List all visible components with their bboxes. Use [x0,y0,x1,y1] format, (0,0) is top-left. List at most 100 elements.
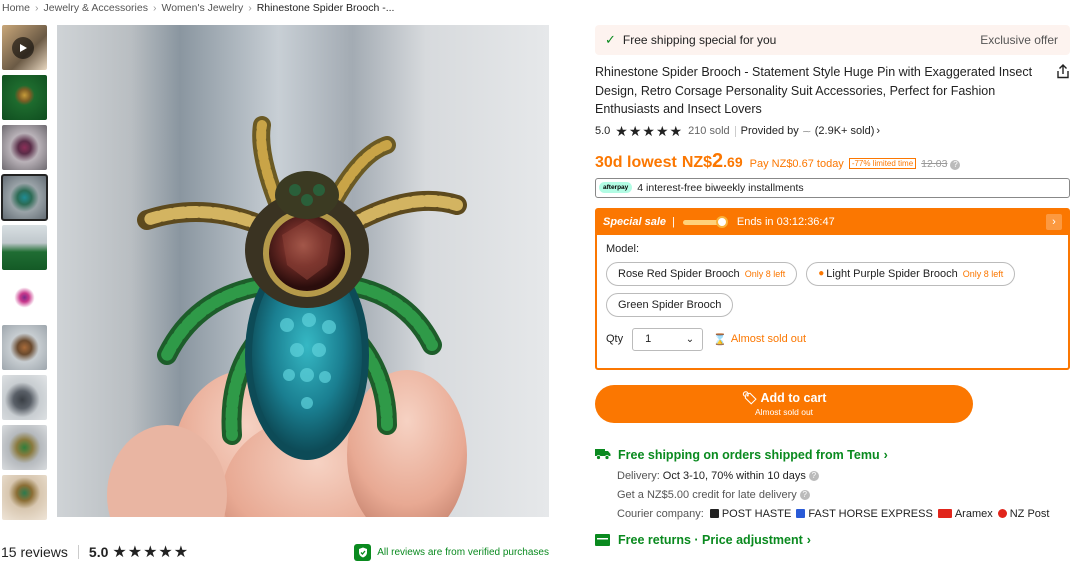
rating-stars[interactable]: ★★★★★ [615,123,683,140]
divider: | [672,216,675,228]
discount-badge: -77% limited time [848,157,917,169]
breadcrumb-separator: › [248,2,252,14]
special-sale-box: Special sale | Ends in 03:12:36:47 › Mod… [595,207,1070,370]
delivery-value: Oct 3-10, 70% within 10 days [662,469,806,482]
rating-score: 5.0 [595,125,611,137]
chevron-right-icon: › [806,532,811,547]
help-icon[interactable]: ? [808,470,819,481]
divider [77,545,79,559]
shipping-banner-text: Free shipping special for you [622,33,777,47]
help-icon[interactable]: ? [950,159,961,170]
pay-today: Pay NZ$0.67 today [749,157,844,170]
free-returns-link[interactable]: Free returns · Price adjustment › [595,533,1070,547]
breadcrumb-home[interactable]: Home [2,2,30,14]
add-to-cart-label: 🏷 Add to cart [742,391,827,406]
thumbnail-image-active[interactable] [1,174,48,221]
thumbnail-image[interactable] [2,425,47,470]
exclusive-offer-label: Exclusive offer [980,33,1058,47]
price-row: 30d lowest NZ$ 2.69 Pay NZ$0.67 today -77… [595,150,1070,173]
courier-label: Courier company: [617,507,704,520]
qty-value: 1 [645,333,652,345]
add-to-cart-sub: Almost sold out [754,406,814,417]
stock-left: Only 8 left [962,268,1004,279]
thumbnail-image[interactable] [2,275,47,320]
thumbnail-image[interactable] [2,75,47,120]
reviews-stars: ★★★★★ [112,544,190,561]
stock-left: Only 8 left [744,268,786,279]
late-credit-text: Get a NZ$5.00 credit for late delivery [617,488,797,501]
fast-horse-icon [796,509,806,518]
nz-post-icon [997,509,1007,518]
shield-check-icon [354,543,372,561]
courier-nz-post: NZ Post [997,507,1050,520]
quantity-select[interactable]: 1 ⌄ [632,327,704,351]
reviews-count[interactable]: 15 reviews [1,544,68,560]
sale-progress-bar [682,215,728,228]
chevron-right-icon[interactable]: › [876,125,880,137]
free-shipping-text: Free shipping on orders shipped from Tem… [618,448,880,462]
returns-icon [595,533,610,546]
flame-icon: ● [818,268,825,279]
hourglass-icon: ⌛ [713,333,727,346]
option-rose-red[interactable]: Rose Red Spider Brooch Only 8 left [606,261,798,286]
thumbnail-image[interactable] [2,475,47,520]
thumbnail-image[interactable] [2,125,47,170]
breadcrumb-womens-jewelry[interactable]: Women's Jewelry [161,2,243,14]
option-name: Rose Red Spider Brooch [618,267,740,280]
truck-icon [595,448,611,463]
courier-fast-horse: FAST HORSE EXPRESS [796,508,933,520]
seller-sold-link[interactable]: (2.9K+ sold) [815,125,875,137]
delivery-line: Delivery: Oct 3-10, 70% within 10 days ? [617,470,1070,482]
courier-list: POST HASTE FAST HORSE EXPRESS Aramex NZ … [709,507,1055,520]
main-product-image[interactable] [57,25,549,517]
seller-logo-icon: ⁓ [802,126,811,136]
post-haste-icon [709,509,719,518]
aramex-icon [937,509,952,518]
option-green[interactable]: Green Spider Brooch [606,292,734,317]
delivery-label: Delivery: [617,469,660,482]
thumbnail-image[interactable] [2,325,47,370]
shipping-banner: ✓ Free shipping special for you Exclusiv… [595,25,1070,55]
check-icon: ✓ [605,32,616,47]
add-to-cart-button[interactable]: 🏷 Add to cart Almost sold out [595,384,973,423]
chevron-down-icon: ⌄ [685,333,695,345]
credit-line: Get a NZ$5.00 credit for late delivery ? [617,489,1070,501]
quantity-row: Qty 1 ⌄ ⌛ Almost sold out [606,327,1059,351]
chevron-right-icon[interactable]: › [1046,214,1062,230]
courier-name: NZ Post [1009,507,1050,520]
reviews-score: 5.0 [88,544,109,560]
free-shipping-link[interactable]: Free shipping on orders shipped from Tem… [595,448,1070,463]
special-sale-header[interactable]: Special sale | Ends in 03:12:36:47 › [597,209,1068,235]
option-name: Light Purple Spider Brooch [826,267,958,280]
qty-label: Qty [606,333,624,345]
share-icon[interactable] [1056,64,1070,119]
breadcrumb: Home › Jewelry & Accessories › Women's Jewel… [2,2,394,14]
verified-text: All reviews are from verified purchases [377,546,549,558]
breadcrumb-current: Rhinestone Spider Brooch -... [256,2,395,14]
help-icon[interactable]: ? [799,489,810,500]
original-price: 12.03 [921,157,948,170]
thumbnail-list [1,25,48,525]
almost-sold-out: ⌛ Almost sold out [713,333,806,346]
option-light-purple[interactable]: ● Light Purple Spider Brooch Only 8 left [806,261,1016,286]
thumbnail-image[interactable] [2,375,47,420]
sold-count: 210 sold [688,125,730,137]
courier-name: Aramex [954,507,993,520]
thumbnail-video[interactable] [2,25,47,70]
model-label: Model: [606,242,640,255]
progress-knob [715,215,728,228]
reviews-summary: 15 reviews 5.0 ★★★★★ All reviews are fro… [1,541,549,563]
free-returns-text: Free returns · Price adjustment [618,532,803,547]
courier-name: POST HASTE [721,507,792,520]
breadcrumb-jewelry[interactable]: Jewelry & Accessories [44,2,148,14]
sale-countdown: Ends in 03:12:36:47 [736,216,835,228]
spider-brooch-illustration [107,116,467,517]
thumbnail-image[interactable] [2,225,47,270]
installments-box[interactable]: afterpay 4 interest-free biweekly instal… [595,177,1070,198]
option-name: Green Spider Brooch [618,298,722,311]
add-to-cart-text: Add to cart [760,390,827,405]
price-currency: NZ$ [681,153,713,171]
sale-body: Model: Rose Red Spider Brooch Only 8 lef… [597,235,1068,359]
divider [734,125,736,137]
title-row: Rhinestone Spider Brooch - Statement Sty… [595,63,1070,119]
